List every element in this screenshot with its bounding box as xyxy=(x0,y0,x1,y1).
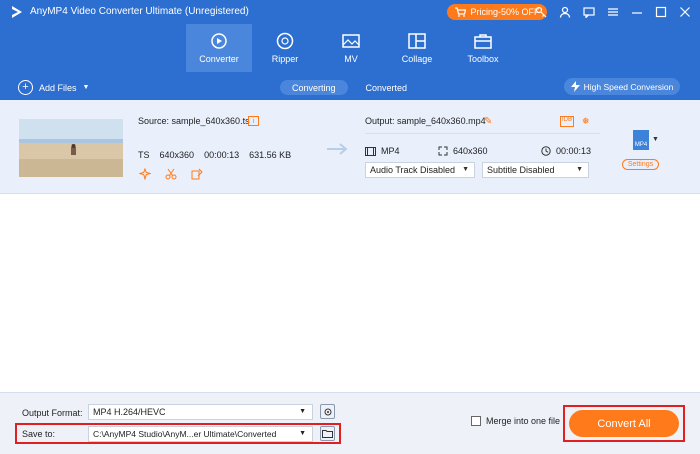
clock-icon xyxy=(541,146,551,156)
output-filename: Output: sample_640x360.mp4 xyxy=(365,116,486,126)
maximize-icon[interactable] xyxy=(654,4,668,20)
chevron-down-icon[interactable]: ▼ xyxy=(652,136,659,143)
app-logo-icon xyxy=(12,6,22,18)
output-resolution: 640x360 xyxy=(453,146,488,156)
tab-collage[interactable]: Collage xyxy=(384,24,450,72)
tab-converter-label: Converter xyxy=(199,54,239,64)
chevron-down-icon: ▼ xyxy=(576,166,583,173)
tab-ripper-label: Ripper xyxy=(271,54,299,64)
output-format-icon[interactable]: MP4 xyxy=(633,130,649,150)
collage-icon xyxy=(408,33,426,49)
settings-label: Settings xyxy=(627,161,654,168)
merge-checkbox-group[interactable]: Merge into one file xyxy=(471,416,560,426)
settings-button[interactable]: Settings xyxy=(622,159,659,170)
high-speed-label: High Speed Conversion xyxy=(583,81,674,92)
main-nav: Converter Ripper MV Collage Toolbox xyxy=(186,24,516,72)
output-resolution-group: 640x360 xyxy=(438,146,488,156)
convert-all-button[interactable]: Convert All xyxy=(569,410,679,437)
divider xyxy=(365,133,600,134)
lightning-icon xyxy=(570,81,580,92)
subtitle-dropdown[interactable]: Subtitle Disabled ▼ xyxy=(482,162,589,178)
merge-checkbox[interactable] xyxy=(471,416,481,426)
video-thumbnail[interactable] xyxy=(19,119,123,177)
output-format-label: Output Format: xyxy=(22,408,83,418)
chevron-down-icon: ▼ xyxy=(462,166,469,173)
subtitle-value: Subtitle Disabled xyxy=(487,165,555,175)
merge-label: Merge into one file xyxy=(486,416,561,426)
conversion-tabs: Converting Converted xyxy=(280,80,419,95)
output-duration: 00:00:13 xyxy=(556,146,592,156)
open-folder-icon[interactable] xyxy=(320,426,335,441)
feedback-icon[interactable] xyxy=(582,4,596,20)
app-title: AnyMP4 Video Converter Ultimate (Unregis… xyxy=(30,6,249,17)
mv-icon xyxy=(342,34,360,48)
info-icon[interactable]: i xyxy=(248,116,259,126)
chevron-down-icon[interactable]: ▼ xyxy=(83,84,90,91)
tab-toolbox-label: Toolbox xyxy=(467,54,499,64)
add-files-label: Add Files xyxy=(39,82,77,93)
rename-icon[interactable]: ✎ xyxy=(484,116,492,127)
key-icon[interactable] xyxy=(534,4,548,20)
tab-converter[interactable]: Converter xyxy=(186,24,252,72)
edit-icon[interactable] xyxy=(190,168,204,180)
tab-converted[interactable]: Converted xyxy=(354,80,420,95)
output-format-select[interactable]: MP4 H.264/HEVC ▼ xyxy=(88,404,313,420)
user-icon[interactable] xyxy=(558,4,572,20)
save-to-label: Save to: xyxy=(22,429,56,439)
source-resolution: 640x360 xyxy=(159,150,195,160)
window-controls xyxy=(534,4,692,20)
tab-toolbox[interactable]: Toolbox xyxy=(450,24,516,72)
output-actions: IDB ❅ xyxy=(560,116,590,127)
close-icon[interactable] xyxy=(678,4,692,20)
file-row: Source: sample_640x360.ts i TS 640x360 0… xyxy=(0,100,700,194)
cart-icon xyxy=(455,7,467,17)
output-format-group: MP4 xyxy=(365,146,400,156)
source-size: 631.56 KB xyxy=(249,150,292,160)
source-format: TS xyxy=(138,150,150,160)
tab-converting[interactable]: Converting xyxy=(280,80,348,95)
format-settings-icon[interactable] xyxy=(320,404,335,419)
save-to-select[interactable]: C:\AnyMP4 Studio\AnyM...er Ultimate\Conv… xyxy=(88,426,313,442)
app-header: AnyMP4 Video Converter Ultimate (Unregis… xyxy=(0,0,700,100)
convert-all-label: Convert All xyxy=(597,417,651,430)
edit-tools xyxy=(138,167,204,181)
minimize-icon[interactable] xyxy=(630,4,644,20)
tab-mv[interactable]: MV xyxy=(318,24,384,72)
high-speed-conversion-button[interactable]: High Speed Conversion xyxy=(564,78,680,95)
source-filename: Source: sample_640x360.ts xyxy=(138,116,250,126)
audio-track-value: Audio Track Disabled xyxy=(370,165,456,175)
output-format-value: MP4 H.264/HEVC xyxy=(93,407,166,417)
plus-icon: + xyxy=(18,80,33,95)
toolbox-icon xyxy=(474,34,492,49)
add-files-button[interactable]: + Add Files ▼ xyxy=(18,80,89,95)
resize-icon xyxy=(438,146,448,156)
film-icon xyxy=(365,146,376,156)
save-to-path: C:\AnyMP4 Studio\AnyM...er Ultimate\Conv… xyxy=(93,429,277,439)
chevron-down-icon: ▼ xyxy=(299,408,306,415)
source-duration: 00:00:13 xyxy=(204,150,240,160)
converter-icon xyxy=(211,33,227,49)
tab-collage-label: Collage xyxy=(401,54,433,64)
arrow-right-icon xyxy=(327,143,348,155)
pricing-button[interactable]: Pricing-50% OFF xyxy=(447,4,547,20)
chevron-down-icon: ▼ xyxy=(299,430,306,437)
cut-icon[interactable] xyxy=(164,168,178,180)
output-duration-group: 00:00:13 xyxy=(541,146,591,156)
source-meta: TS 640x360 00:00:13 631.56 KB xyxy=(138,150,291,160)
pricing-label: Pricing-50% OFF xyxy=(470,7,540,17)
tab-ripper[interactable]: Ripper xyxy=(252,24,318,72)
enhance-icon[interactable] xyxy=(138,167,152,181)
audio-track-dropdown[interactable]: Audio Track Disabled ▼ xyxy=(365,162,475,178)
compress-icon[interactable]: ❅ xyxy=(582,116,590,127)
title-bar: AnyMP4 Video Converter Ultimate (Unregis… xyxy=(0,0,700,24)
format-badge: MP4 xyxy=(634,142,648,148)
sub-toolbar: + Add Files ▼ Converting Converted High … xyxy=(0,74,700,100)
output-format: MP4 xyxy=(381,146,400,156)
tab-mv-label: MV xyxy=(344,54,358,64)
ripper-icon xyxy=(276,32,294,50)
menu-icon[interactable] xyxy=(606,4,620,20)
output-info-icon[interactable]: IDB xyxy=(560,116,575,127)
